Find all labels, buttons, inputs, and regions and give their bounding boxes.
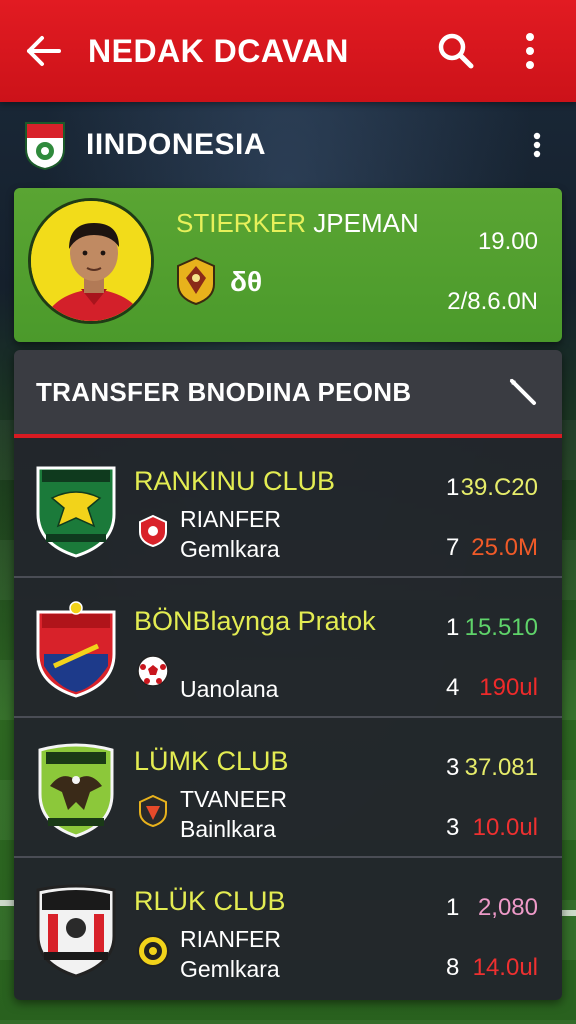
country-crest-icon	[25, 122, 65, 171]
club-name: BÖNBlaynga Pratok	[134, 606, 376, 636]
edit-icon[interactable]	[506, 375, 540, 409]
club-transfer-type: RIANFER	[180, 506, 281, 532]
club-rank-top: 1	[446, 474, 460, 501]
country-more-button[interactable]	[522, 125, 552, 165]
club-rank-top: 1	[446, 614, 460, 641]
more-vertical-icon	[526, 33, 534, 69]
search-button[interactable]	[432, 27, 480, 75]
club-name: RANKINU CLUB	[134, 466, 336, 496]
club-amount-top: 2,080	[477, 894, 538, 921]
soccer-ball-icon	[137, 655, 169, 687]
club-amount-bottom: 25.0M	[471, 534, 538, 561]
player-value-top: 19.00	[477, 228, 538, 255]
field-line	[560, 910, 576, 916]
club-row[interactable]: RLÜK CLUB RIANFER Gemlkara 1 8 2,080 14.…	[14, 858, 562, 998]
club-rank-bottom: 4	[446, 674, 460, 701]
club-location: Gemlkara	[180, 956, 280, 982]
player-role-primary: STIERKER	[176, 208, 307, 238]
club-amount-top: 15.510	[464, 614, 538, 641]
club-small-crest-icon	[139, 794, 167, 828]
club-amount-bottom: 14.0ul	[472, 954, 538, 981]
transfer-panel-title: TRANSFER BNODINA PEONB	[36, 376, 412, 407]
club-rank-bottom: 8	[446, 954, 460, 981]
arrow-left-icon	[27, 36, 61, 66]
bird-crest-icon	[38, 743, 114, 838]
transfer-panel: TRANSFER BNODINA PEONB RANKINU CLUB RIAN…	[14, 350, 562, 1000]
red-shield-crest-icon	[36, 601, 116, 698]
club-row[interactable]: BÖNBlaynga Pratok Uanolana 1 4 15.510 19…	[14, 578, 562, 718]
club-location: Bainlkara	[180, 816, 276, 842]
player-role: STIERKER JPEMAN	[176, 208, 419, 239]
player-jersey-number: δθ	[230, 266, 263, 297]
transfer-panel-header: TRANSFER BNODINA PEONB	[14, 350, 562, 438]
club-rank-bottom: 3	[446, 814, 460, 841]
club-amount-top: 39.C20	[460, 474, 538, 501]
search-icon	[438, 33, 474, 69]
club-transfer-type: RIANFER	[180, 926, 281, 952]
club-location: Uanolana	[180, 676, 279, 702]
club-small-crest-icon	[139, 514, 167, 548]
club-rank-bottom: 7	[446, 534, 460, 561]
player-photo-icon	[31, 201, 151, 321]
club-location: Gemlkara	[180, 536, 280, 562]
club-rank-top: 1	[446, 894, 460, 921]
club-name: RLÜK CLUB	[134, 886, 286, 916]
field-line	[0, 900, 14, 906]
club-small-crest-icon	[137, 935, 169, 967]
back-button[interactable]	[22, 29, 66, 73]
country-name: IINDONESIA	[86, 128, 267, 161]
club-transfer-type: TVANEER	[180, 786, 287, 812]
club-crest-icon	[177, 256, 215, 306]
club-amount-bottom: 10.0ul	[472, 814, 538, 841]
more-vertical-icon	[533, 132, 541, 158]
club-row[interactable]: RANKINU CLUB RIANFER Gemlkara 1 7 39.C20…	[14, 438, 562, 578]
club-amount-top: 37.081	[464, 754, 538, 781]
player-value-bottom: 2/8.6.0N	[447, 288, 538, 315]
app-title: NEDAK DCAVAN	[88, 32, 349, 69]
app-header: NEDAK DCAVAN	[0, 0, 576, 102]
club-name: LÜMK CLUB	[134, 746, 289, 776]
club-amount-bottom: 190ul	[479, 674, 538, 701]
more-options-button[interactable]	[506, 27, 554, 75]
eagle-crest-icon	[36, 466, 116, 558]
black-red-crest-icon	[36, 884, 116, 978]
club-row[interactable]: LÜMK CLUB TVANEER Bainlkara 3 3 37.081 1…	[14, 718, 562, 858]
country-row[interactable]: IINDONESIA	[0, 112, 576, 178]
player-role-secondary: JPEMAN	[306, 208, 419, 238]
player-card[interactable]: STIERKER JPEMAN δθ 19.00 2/8.6.0N	[14, 188, 562, 342]
club-rank-top: 3	[446, 754, 460, 781]
player-avatar	[28, 198, 154, 324]
